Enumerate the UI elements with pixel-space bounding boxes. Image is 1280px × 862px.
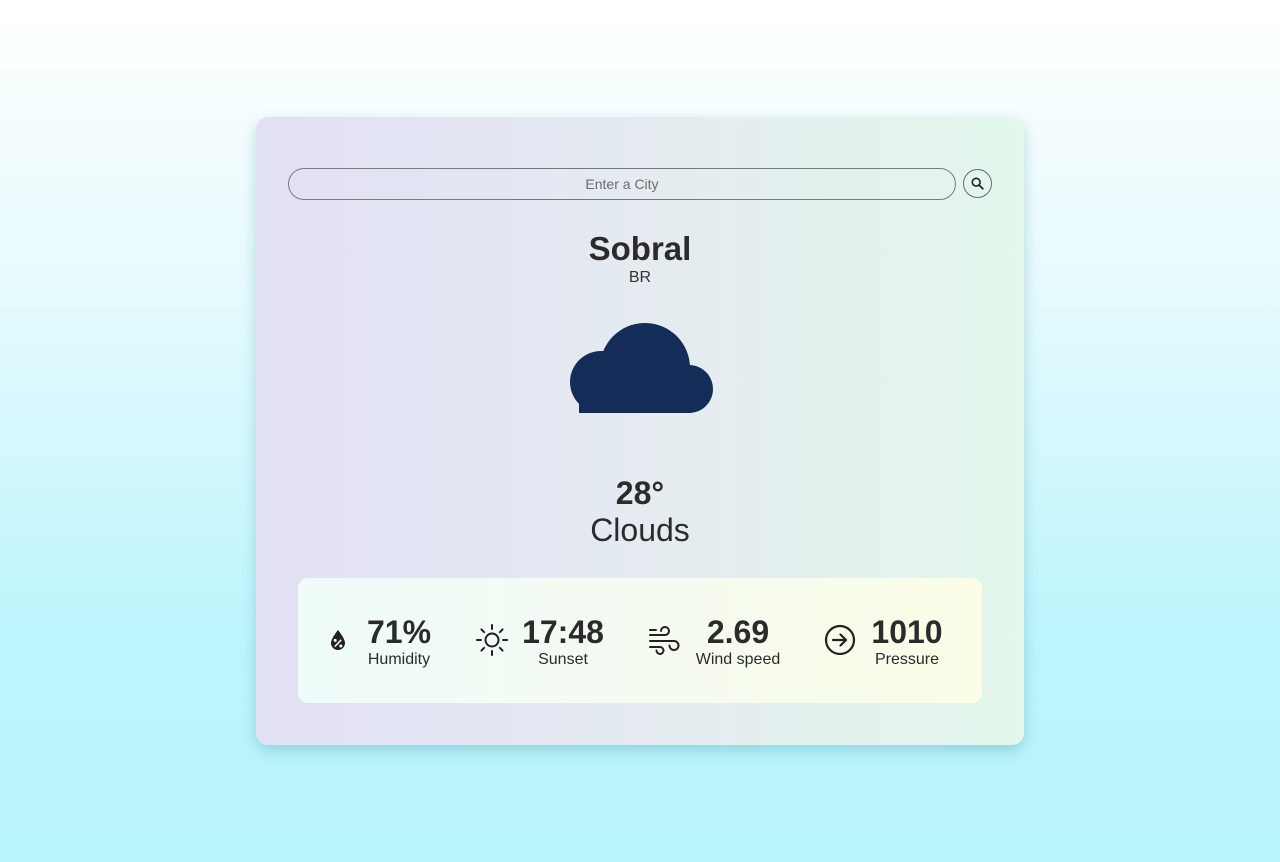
humidity-value: 71% — [366, 614, 432, 650]
arrow-circle-right-icon — [824, 624, 856, 656]
wind-speed-value: 2.69 — [706, 614, 770, 650]
humidity-label: Humidity — [367, 651, 431, 668]
search-icon — [971, 177, 984, 190]
weather-card: Sobral BR 28° Clouds 71% Humidity — [256, 117, 1024, 745]
sun-icon — [474, 623, 510, 657]
pressure-label: Pressure — [874, 651, 940, 668]
cloud-icon — [570, 323, 713, 413]
humidity-icon — [326, 628, 350, 652]
wind-icon — [646, 623, 682, 657]
wind-speed-label: Wind speed — [695, 651, 781, 668]
search-button[interactable] — [963, 169, 992, 198]
stat-humidity: 71% Humidity — [324, 578, 444, 703]
temperature: 28° — [615, 475, 665, 511]
city-search-input[interactable] — [288, 168, 956, 200]
search-bar — [288, 168, 992, 202]
sunset-label: Sunset — [538, 651, 588, 668]
city-name: Sobral — [588, 230, 692, 267]
country-code: BR — [628, 269, 652, 286]
stat-pressure: 1010 Pressure — [824, 578, 964, 703]
weather-stats-panel: 71% Humidity 17:48 Sunset 2.69 Wind spee… — [298, 578, 982, 703]
pressure-value: 1010 — [871, 614, 943, 650]
stat-wind-speed: 2.69 Wind speed — [646, 578, 796, 703]
sunset-value: 17:48 — [522, 614, 604, 650]
weather-condition: Clouds — [590, 512, 690, 548]
stat-sunset: 17:48 Sunset — [474, 578, 614, 703]
